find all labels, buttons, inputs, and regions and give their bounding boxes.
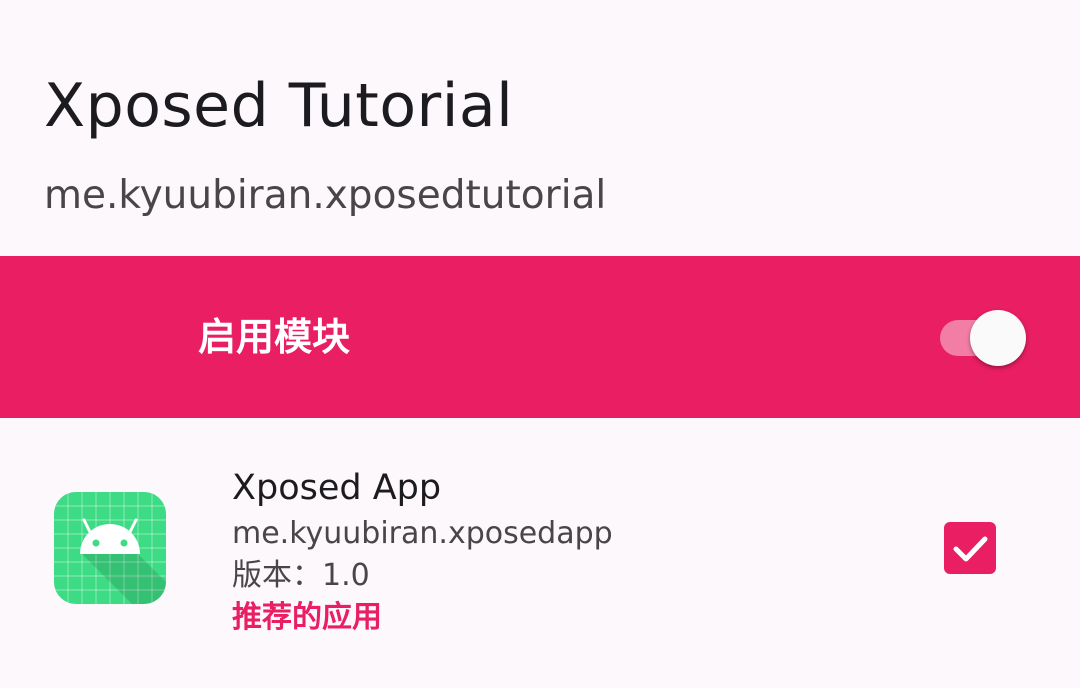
enable-module-switch[interactable] [938,310,1030,366]
android-app-icon [54,492,166,604]
recommended-app-label: 推荐的应用 [232,600,382,635]
app-package-name: me.kyuubiran.xposedapp [232,516,613,551]
checkmark-icon [953,536,988,562]
app-name: Xposed App [232,468,442,508]
app-scope-checkbox[interactable] [944,522,996,574]
enable-module-bar[interactable]: 启用模块 [0,256,1080,418]
app-version: 版本：1.0 [232,558,370,593]
switch-thumb [970,310,1026,366]
page-title: Xposed Tutorial [44,71,514,141]
module-header: Xposed Tutorial me.kyuubiran.xposedtutor… [0,0,1080,256]
module-package-name: me.kyuubiran.xposedtutorial [44,173,607,218]
enable-module-label: 启用模块 [198,315,351,359]
app-list-item[interactable]: Xposed App me.kyuubiran.xposedapp 版本：1.0… [0,418,1080,688]
